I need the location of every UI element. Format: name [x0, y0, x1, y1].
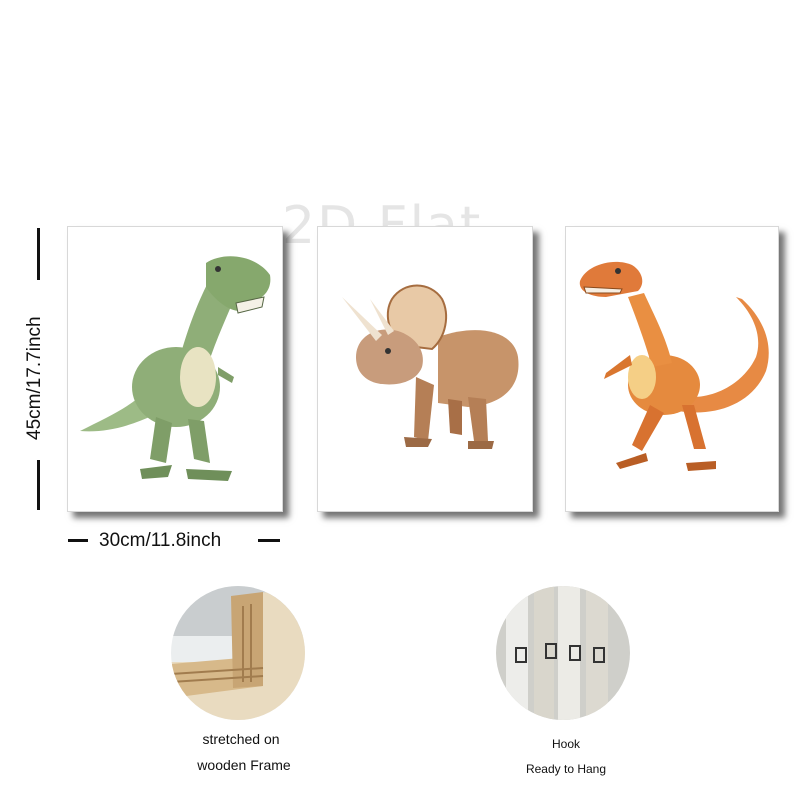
width-label: 30cm/11.8inch [99, 530, 222, 551]
height-marker-bottom [37, 460, 40, 510]
height-label: 45cm/17.7inch [24, 316, 45, 440]
velociraptor-print [565, 226, 779, 512]
t-rex-print [67, 226, 283, 512]
hook-photo [496, 586, 630, 720]
triceratops-illustration [342, 284, 519, 449]
frame-caption-line1: stretched on [202, 731, 280, 747]
hook-caption-line1: Hook [551, 737, 580, 751]
width-marker-left [68, 539, 88, 542]
t-rex-illustration [80, 256, 271, 481]
width-marker-right [258, 539, 280, 542]
velociraptor-illustration [579, 261, 769, 471]
wooden-frame-photo [171, 586, 305, 720]
triceratops-print [317, 226, 533, 512]
frame-caption-line2: wooden Frame [197, 757, 291, 773]
height-marker-top [37, 228, 40, 280]
hook-caption-line2: Ready to Hang [525, 762, 607, 776]
